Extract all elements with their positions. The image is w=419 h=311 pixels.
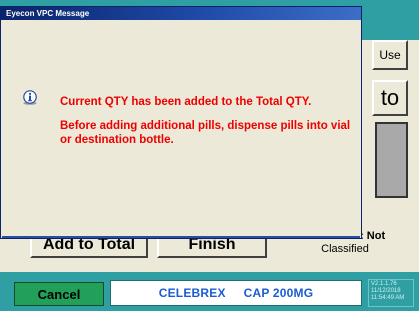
- drug-name: CELEBREX: [158, 286, 226, 300]
- version-time: 11:54:49 AM: [371, 295, 405, 301]
- cancel-button[interactable]: Cancel: [14, 282, 104, 306]
- version-date: 11/12/2018: [371, 288, 401, 294]
- message-line1: Current QTY has been added to the Total …: [60, 96, 312, 108]
- use-button[interactable]: Use: [372, 40, 408, 70]
- dialog-message: Current QTY has been added to the Total …: [60, 95, 355, 147]
- dialog-titlebar[interactable]: Eyecon VPC Message: [1, 7, 361, 20]
- drug-form: CAP 200MG: [243, 286, 314, 300]
- info-icon: [23, 90, 37, 105]
- message-dialog: Eyecon VPC Message Current QTY has been …: [0, 6, 362, 239]
- to-button[interactable]: to: [372, 80, 408, 116]
- version-info: V2.1.1.76 11/12/2018 11:54:49 AM: [368, 279, 414, 307]
- version-number: V2.1.1.76: [371, 281, 397, 287]
- cancel-label: Cancel: [37, 286, 81, 302]
- to-button-label: to: [380, 85, 400, 110]
- dialog-title: Eyecon VPC Message: [6, 9, 90, 18]
- use-button-label: Use: [379, 48, 401, 62]
- message-line2: Before adding additional pills, dispense…: [60, 120, 351, 146]
- drug-display: CELEBREX CAP 200MG: [110, 280, 362, 306]
- dialog-content: Current QTY has been added to the Total …: [2, 20, 360, 238]
- side-panel: [375, 122, 408, 198]
- dea-class-line2: Classified: [321, 243, 369, 255]
